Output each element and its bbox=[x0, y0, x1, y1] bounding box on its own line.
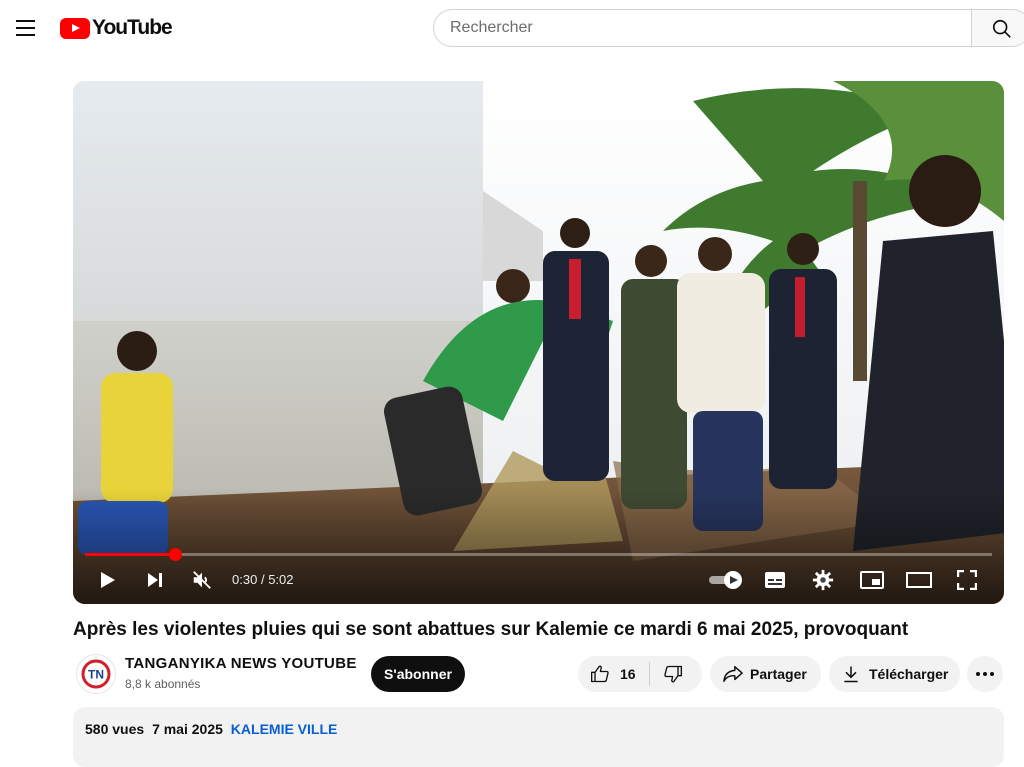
next-icon bbox=[148, 573, 162, 587]
video-frame[interactable] bbox=[73, 81, 1004, 604]
view-count: 580 vues bbox=[85, 721, 145, 737]
subtitles-button[interactable] bbox=[757, 565, 793, 595]
play-button[interactable] bbox=[89, 565, 125, 595]
video-player[interactable]: 0:30 / 5:02 bbox=[73, 81, 1004, 604]
dislike-button[interactable] bbox=[650, 656, 702, 692]
avatar-text: TN bbox=[88, 668, 104, 682]
upload-date: 7 mai 2025 bbox=[152, 721, 223, 737]
channel-avatar[interactable]: TN bbox=[76, 654, 116, 694]
volume-muted-icon bbox=[193, 571, 211, 589]
time-total: 5:02 bbox=[268, 572, 294, 587]
like-count: 16 bbox=[620, 666, 636, 682]
miniplayer-icon bbox=[860, 571, 884, 589]
autoplay-toggle-icon bbox=[709, 571, 742, 589]
like-button[interactable]: 16 bbox=[578, 656, 650, 692]
time-separator: / bbox=[260, 572, 265, 587]
more-horizontal-icon bbox=[976, 672, 994, 676]
channel-logo-icon: TN bbox=[81, 659, 111, 689]
share-button[interactable]: Partager bbox=[710, 656, 821, 692]
mute-button[interactable] bbox=[184, 565, 220, 595]
play-icon bbox=[101, 572, 115, 588]
share-icon bbox=[723, 666, 743, 682]
autoplay-toggle[interactable] bbox=[706, 565, 746, 595]
youtube-logo[interactable]: YouTube bbox=[60, 16, 173, 39]
download-label: Télécharger bbox=[869, 666, 949, 682]
time-current: 0:30 bbox=[232, 572, 258, 587]
logo-text: YouTube bbox=[92, 16, 173, 39]
fullscreen-icon bbox=[957, 570, 977, 590]
search-input[interactable] bbox=[433, 9, 971, 47]
miniplayer-button[interactable] bbox=[854, 565, 890, 595]
search-icon bbox=[992, 19, 1011, 38]
top-bar: YouTube bbox=[0, 0, 1024, 56]
progress-scrubber[interactable] bbox=[169, 548, 183, 561]
subscriber-count: 8,8 k abonnés bbox=[125, 677, 201, 691]
time-display: 0:30 / 5:02 bbox=[232, 572, 294, 587]
share-label: Partager bbox=[750, 666, 807, 682]
menu-icon[interactable] bbox=[12, 14, 40, 42]
next-button[interactable] bbox=[137, 565, 173, 595]
gear-icon bbox=[812, 569, 834, 591]
theater-mode-icon bbox=[906, 572, 932, 588]
description-meta: 580 vues 7 mai 2025 KALEMIE VILLE bbox=[85, 721, 337, 737]
subscribe-button[interactable]: S'abonner bbox=[371, 656, 465, 692]
settings-button[interactable] bbox=[805, 565, 841, 595]
progress-played bbox=[85, 553, 176, 556]
description-box[interactable]: 580 vues 7 mai 2025 KALEMIE VILLE bbox=[73, 707, 1004, 767]
search-button[interactable] bbox=[971, 9, 1024, 47]
subtitles-icon bbox=[765, 572, 785, 588]
more-actions-button[interactable] bbox=[967, 656, 1003, 692]
theater-mode-button[interactable] bbox=[901, 565, 937, 595]
download-icon bbox=[844, 666, 858, 683]
youtube-play-icon bbox=[60, 17, 90, 39]
thumbs-down-icon bbox=[664, 665, 682, 683]
progress-bar[interactable] bbox=[85, 548, 992, 561]
download-button[interactable]: Télécharger bbox=[829, 656, 960, 692]
channel-name[interactable]: TANGANYIKA NEWS YOUTUBE bbox=[125, 655, 357, 672]
search-bar bbox=[433, 9, 1024, 47]
video-title: Après les violentes pluies qui se sont a… bbox=[73, 619, 909, 640]
hashtag-link[interactable]: KALEMIE VILLE bbox=[231, 721, 338, 737]
thumbs-up-icon bbox=[591, 665, 609, 683]
fullscreen-button[interactable] bbox=[949, 565, 985, 595]
